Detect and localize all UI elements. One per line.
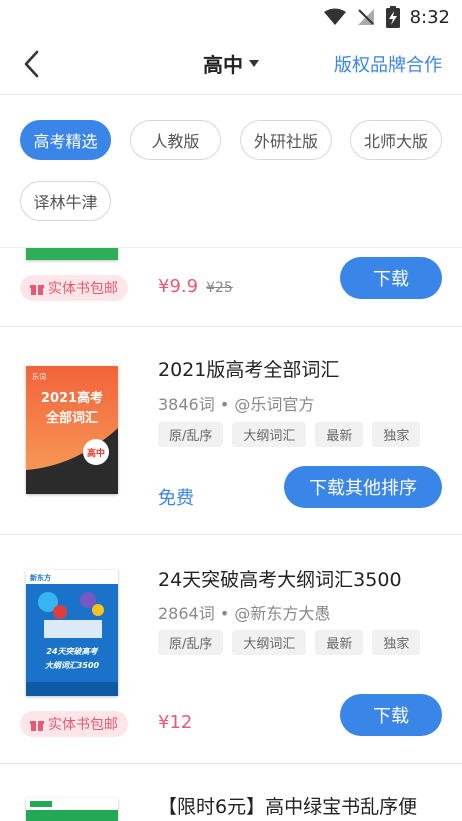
- cover-brand: 新东方: [30, 573, 51, 582]
- filter-chip-gaokao[interactable]: 高考精选: [20, 120, 111, 160]
- book-cover: 乐词 2021高考 全部词汇 高中: [26, 366, 118, 494]
- header: 高中 版权品牌合作: [0, 34, 462, 95]
- download-button[interactable]: 下载: [340, 257, 442, 299]
- download-other-order-button[interactable]: 下载其他排序: [284, 466, 442, 508]
- battery-charging-icon: [385, 6, 400, 28]
- book-tags: 原/乱序 大纲词汇 最新 独家: [158, 422, 421, 447]
- wifi-icon: [323, 8, 346, 25]
- divider: [0, 763, 462, 764]
- gift-icon: [30, 720, 44, 731]
- original-price: ¥25: [206, 280, 233, 296]
- status-time: 8:32: [409, 6, 450, 28]
- book-cover: [26, 248, 118, 260]
- status-bar: 8:32: [0, 0, 462, 34]
- book-price: ¥12: [158, 712, 193, 733]
- book-price: ¥9.9 ¥25: [158, 276, 233, 297]
- divider: [0, 534, 462, 535]
- filter-chip-beishida[interactable]: 北师大版: [350, 120, 442, 160]
- brand-cooperation-link[interactable]: 版权品牌合作: [334, 51, 442, 77]
- filter-chip-waiyan[interactable]: 外研社版: [240, 120, 332, 160]
- divider: [0, 326, 462, 327]
- filter-chip-renjiao[interactable]: 人教版: [130, 120, 221, 160]
- free-shipping-badge: 实体书包邮: [20, 275, 128, 301]
- tag: 最新: [315, 422, 364, 447]
- cover-stamp: 高中: [87, 447, 105, 459]
- no-signal-icon: [357, 9, 374, 25]
- book-meta: 3846词 • @乐词官方: [158, 395, 315, 414]
- book-cover: [26, 798, 118, 821]
- book-title[interactable]: 【限时6元】高中绿宝书乱序便: [158, 792, 417, 819]
- free-label: 免费: [158, 488, 194, 509]
- gift-icon: [30, 284, 44, 295]
- book-title[interactable]: 2021版高考全部词汇: [158, 355, 339, 382]
- download-button[interactable]: 下载: [340, 694, 442, 736]
- tag: 独家: [372, 630, 421, 655]
- tag: 最新: [315, 630, 364, 655]
- free-shipping-badge: 实体书包邮: [20, 711, 128, 737]
- cover-line2: 全部词汇: [45, 410, 98, 426]
- book-title[interactable]: 24天突破高考大纲词汇3500: [158, 565, 402, 592]
- back-arrow-icon[interactable]: [18, 48, 48, 80]
- filter-chip-yilin[interactable]: 译林牛津: [20, 181, 111, 221]
- book-list[interactable]: 实体书包邮 ¥9.9 ¥25 下载 乐词 2021高考 全部词汇 高中 2021…: [0, 248, 462, 821]
- cover-line1: 24天突破高考: [46, 647, 98, 656]
- tag: 原/乱序: [158, 422, 224, 447]
- tag: 大纲词汇: [232, 630, 307, 655]
- cover-brand: 乐词: [32, 372, 46, 381]
- tag: 独家: [372, 422, 421, 447]
- book-cover: 新东方 24天突破高考 大纲词汇3500: [26, 570, 118, 696]
- filter-chips: 高考精选 人教版 外研社版 北师大版 译林牛津: [0, 95, 462, 248]
- page-title: 高中: [203, 53, 243, 77]
- book-tags: 原/乱序 大纲词汇 最新 独家: [158, 630, 421, 655]
- tag: 大纲词汇: [232, 422, 307, 447]
- cover-line1: 2021高考: [41, 390, 103, 406]
- book-meta: 2864词 • @新东方大愚: [158, 604, 331, 623]
- grade-selector[interactable]: 高中: [203, 49, 259, 78]
- dropdown-triangle-icon: [249, 60, 259, 67]
- tag: 原/乱序: [158, 630, 224, 655]
- cover-line2: 大纲词汇3500: [44, 661, 100, 670]
